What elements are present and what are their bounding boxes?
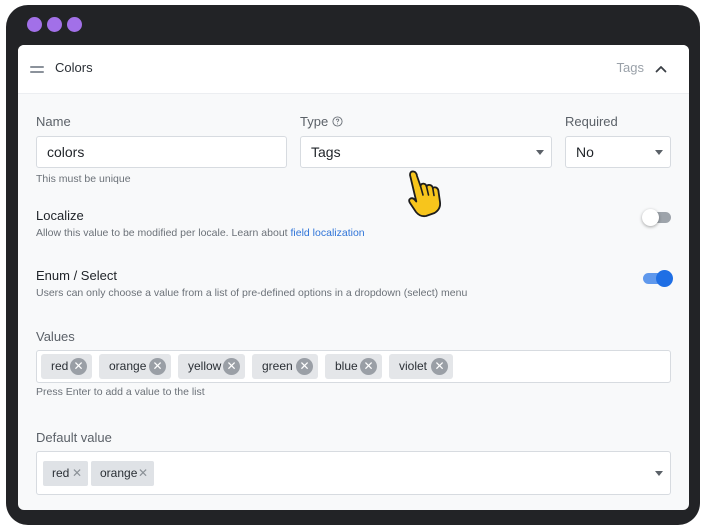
default-value-label: Default value <box>36 430 112 445</box>
toggle-knob <box>642 209 659 226</box>
required-select-value: No <box>576 144 594 160</box>
value-chip: green ✕ <box>252 354 318 379</box>
help-circle-icon[interactable] <box>332 116 343 127</box>
value-chip: yellow ✕ <box>178 354 245 379</box>
localize-title: Localize <box>36 208 84 223</box>
enum-toggle[interactable] <box>643 270 673 287</box>
remove-icon[interactable]: ✕ <box>360 358 377 375</box>
chevron-up-icon[interactable] <box>653 61 669 77</box>
remove-icon[interactable]: ✕ <box>431 358 448 375</box>
caret-down-icon <box>655 471 663 476</box>
required-label: Required <box>565 114 618 129</box>
caret-down-icon <box>536 150 544 155</box>
enum-title: Enum / Select <box>36 268 117 283</box>
remove-icon[interactable]: ✕ <box>296 358 313 375</box>
default-value-chip: orange ✕ <box>91 461 154 486</box>
values-input[interactable]: red ✕ orange ✕ yellow ✕ green ✕ blue ✕ violet… <box>36 350 671 383</box>
type-select[interactable]: Tags <box>300 136 552 168</box>
value-chip: red ✕ <box>41 354 92 379</box>
caret-down-icon <box>655 150 663 155</box>
window-dot-3[interactable] <box>67 17 82 32</box>
remove-icon[interactable]: ✕ <box>149 358 166 375</box>
remove-icon[interactable]: ✕ <box>72 461 82 486</box>
remove-icon[interactable]: ✕ <box>223 358 240 375</box>
values-help: Press Enter to add a value to the list <box>36 386 205 398</box>
values-label: Values <box>36 329 75 344</box>
value-chip: orange ✕ <box>99 354 171 379</box>
field-editor-panel: Colors Tags Name colors This must be uni… <box>18 45 689 510</box>
window-dot-1[interactable] <box>27 17 42 32</box>
enum-help: Users can only choose a value from a lis… <box>36 287 468 299</box>
panel-header[interactable]: Colors Tags <box>18 45 689 94</box>
localize-help: Allow this value to be modified per loca… <box>36 227 365 239</box>
type-label: Type <box>300 114 329 129</box>
field-title: Colors <box>55 60 93 75</box>
toggle-knob <box>656 270 673 287</box>
value-chip: blue ✕ <box>325 354 382 379</box>
localize-toggle[interactable] <box>642 209 671 226</box>
window-dot-2[interactable] <box>47 17 62 32</box>
type-select-value: Tags <box>311 144 341 160</box>
field-type-tag: Tags <box>616 60 644 75</box>
hand-pointer-icon <box>408 170 442 218</box>
required-select[interactable]: No <box>565 136 671 168</box>
name-help: This must be unique <box>36 173 131 185</box>
name-label: Name <box>36 114 71 129</box>
default-value-chip: red ✕ <box>43 461 88 486</box>
remove-icon[interactable]: ✕ <box>70 358 87 375</box>
field-localization-link[interactable]: field localization <box>291 227 365 239</box>
name-input[interactable]: colors <box>36 136 287 168</box>
default-value-select[interactable]: red ✕ orange ✕ <box>36 451 671 495</box>
remove-icon[interactable]: ✕ <box>138 461 148 486</box>
drag-handle-icon[interactable] <box>30 66 44 73</box>
value-chip: violet ✕ <box>389 354 453 379</box>
